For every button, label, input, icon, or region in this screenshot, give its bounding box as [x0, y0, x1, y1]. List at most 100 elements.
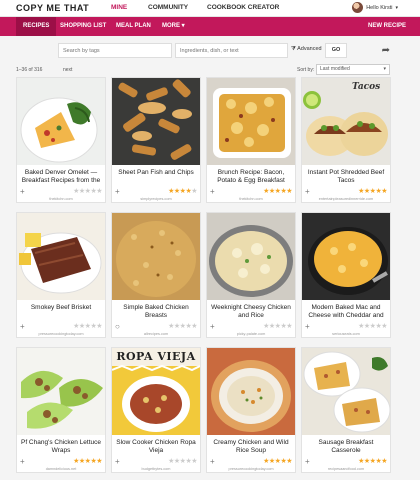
nav-mine[interactable]: MINE	[111, 4, 127, 11]
new-recipe-button[interactable]: NEW RECIPE	[368, 23, 406, 29]
star-icon[interactable]: ★	[96, 188, 102, 195]
plus-icon[interactable]: +	[305, 458, 310, 466]
plus-icon[interactable]: +	[20, 458, 25, 466]
next-page-link[interactable]: next	[63, 67, 72, 73]
recipe-card[interactable]: Pf Chang's Chicken Lettuce Wraps + ★★★★★ da…	[16, 347, 106, 473]
rating-stars[interactable]: ★★★★★	[73, 188, 102, 196]
nav-community[interactable]: COMMUNITY	[148, 4, 188, 11]
recipe-photo[interactable]: Tacos	[302, 78, 390, 165]
recipe-title[interactable]: Baked Denver Omelet — Breakfast Recipes …	[19, 169, 103, 189]
recipe-photo[interactable]	[112, 78, 200, 165]
rating-stars[interactable]: ★★★★★	[263, 188, 292, 196]
rating-stars[interactable]: ★★★★★	[263, 458, 292, 466]
recipe-source[interactable]: thekitchn.com	[17, 197, 105, 201]
recipe-source[interactable]: pressurecookingtoday.com	[17, 332, 105, 336]
rating-stars[interactable]: ★★★★★	[358, 323, 387, 331]
recipe-title[interactable]: Pf Chang's Chicken Lettuce Wraps	[19, 439, 103, 459]
recipe-title[interactable]: Brunch Recipe: Bacon, Potato & Egg Break…	[209, 169, 293, 189]
plus-icon[interactable]: +	[115, 188, 120, 196]
plus-icon[interactable]: +	[20, 323, 25, 331]
recipe-title[interactable]: Modern Baked Mac and Cheese with Cheddar…	[304, 304, 388, 324]
recipe-source[interactable]: damndelicious.net	[17, 467, 105, 471]
plus-icon[interactable]: +	[210, 323, 215, 331]
tags-search-input[interactable]	[58, 43, 172, 58]
recipe-source[interactable]: thekitchn.com	[207, 197, 295, 201]
recipe-card[interactable]: Tacos Instant Pot Shredded Beef Tacos + ★★★…	[301, 77, 391, 203]
go-button[interactable]: GO	[325, 43, 347, 58]
recipe-photo[interactable]	[302, 348, 390, 435]
recipe-title[interactable]: Creamy Chicken and Wild Rice Soup	[209, 439, 293, 459]
recipe-photo[interactable]	[207, 348, 295, 435]
recipe-photo[interactable]	[302, 213, 390, 300]
recipe-card[interactable]: Sausage Breakfast Casserole + ★★★★★ recipes…	[301, 347, 391, 473]
recipe-title[interactable]: Weeknight Cheesy Chicken and Rice	[209, 304, 293, 324]
recipe-photo[interactable]	[17, 213, 105, 300]
app-logo[interactable]: COPY ME THAT	[16, 3, 89, 13]
star-icon[interactable]: ★	[381, 188, 387, 195]
recipe-photo[interactable]	[17, 78, 105, 165]
recipe-card[interactable]: Weeknight Cheesy Chicken and Rice + ★★★★★ p…	[206, 212, 296, 338]
circle-icon[interactable]: ○	[115, 323, 120, 331]
rating-stars[interactable]: ★★★★★	[73, 458, 102, 466]
recipe-card[interactable]: Modern Baked Mac and Cheese with Cheddar…	[301, 212, 391, 338]
recipe-source[interactable]: picky-palate.com	[207, 332, 295, 336]
recipe-title[interactable]: Sausage Breakfast Casserole	[304, 439, 388, 459]
recipe-photo[interactable]	[207, 213, 295, 300]
recipe-title[interactable]: Simple Baked Chicken Breasts	[114, 304, 198, 324]
plus-icon[interactable]: +	[305, 188, 310, 196]
star-icon[interactable]: ★	[191, 458, 197, 465]
recipe-source[interactable]: recipesaandfood.com	[302, 467, 390, 471]
recipe-title[interactable]: Slow Cooker Chicken Ropa Vieja	[114, 439, 198, 459]
recipe-source[interactable]: entertainpleasuredinnerride.com	[302, 197, 390, 201]
star-icon[interactable]: ★	[381, 458, 387, 465]
rating-stars[interactable]: ★★★★★	[168, 188, 197, 196]
star-icon[interactable]: ★	[286, 188, 292, 195]
recipe-source[interactable]: pressurecookingtoday.com	[207, 467, 295, 471]
tab-shopping-list[interactable]: SHOPPING LIST	[60, 17, 106, 36]
recipe-card[interactable]: Simple Baked Chicken Breasts ○ ★★★★★ allrec…	[111, 212, 201, 338]
recipe-photo[interactable]: ROPA VIEJA	[112, 348, 200, 435]
rating-stars[interactable]: ★★★★★	[358, 458, 387, 466]
tab-more[interactable]: MORE ▾	[162, 17, 185, 36]
plus-icon[interactable]: +	[20, 188, 25, 196]
star-icon[interactable]: ★	[191, 188, 197, 195]
recipe-photo[interactable]	[207, 78, 295, 165]
tab-recipes[interactable]: RECIPES	[16, 17, 57, 36]
plus-icon[interactable]: +	[115, 458, 120, 466]
advanced-search-toggle[interactable]: ⧩ Advanced	[291, 43, 322, 58]
tab-meal-plan[interactable]: MEAL PLAN	[116, 17, 151, 36]
recipe-title[interactable]: Sheet Pan Fish and Chips	[114, 169, 198, 189]
recipe-source[interactable]: budgetbytes.com	[112, 467, 200, 471]
star-icon[interactable]: ★	[381, 323, 387, 330]
recipe-card[interactable]: Smokey Beef Brisket + ★★★★★ pressurecooking…	[16, 212, 106, 338]
recipe-photo[interactable]	[17, 348, 105, 435]
plus-icon[interactable]: +	[210, 458, 215, 466]
rating-stars[interactable]: ★★★★★	[73, 323, 102, 331]
text-search-input[interactable]	[175, 43, 288, 58]
recipe-source[interactable]: simplyrecipes.com	[112, 197, 200, 201]
sort-select[interactable]: Last modified ▾	[316, 64, 390, 75]
user-menu[interactable]: Hello Kirsti ▾	[352, 2, 398, 13]
recipe-card[interactable]: Baked Denver Omelet — Breakfast Recipes …	[16, 77, 106, 203]
star-icon[interactable]: ★	[96, 323, 102, 330]
nav-cookbook-creator[interactable]: COOKBOOK CREATOR	[207, 4, 279, 11]
star-icon[interactable]: ★	[286, 458, 292, 465]
recipe-photo[interactable]	[112, 213, 200, 300]
recipe-source[interactable]: allrecipes.com	[112, 332, 200, 336]
plus-icon[interactable]: +	[210, 188, 215, 196]
recipe-card[interactable]: Brunch Recipe: Bacon, Potato & Egg Break…	[206, 77, 296, 203]
star-icon[interactable]: ★	[286, 323, 292, 330]
recipe-title[interactable]: Smokey Beef Brisket	[19, 304, 103, 324]
recipe-title[interactable]: Instant Pot Shredded Beef Tacos	[304, 169, 388, 189]
rating-stars[interactable]: ★★★★★	[358, 188, 387, 196]
recipe-card[interactable]: Creamy Chicken and Wild Rice Soup + ★★★★★ p…	[206, 347, 296, 473]
recipe-card[interactable]: Sheet Pan Fish and Chips + ★★★★★ simplyreci…	[111, 77, 201, 203]
star-icon[interactable]: ★	[96, 458, 102, 465]
plus-icon[interactable]: +	[305, 323, 310, 331]
share-icon[interactable]: ➦	[382, 45, 390, 56]
rating-stars[interactable]: ★★★★★	[263, 323, 292, 331]
recipe-card[interactable]: ROPA VIEJA Slow Cooker Chicken Ropa Vieja…	[111, 347, 201, 473]
rating-stars[interactable]: ★★★★★	[168, 323, 197, 331]
recipe-source[interactable]: seriouseats.com	[302, 332, 390, 336]
star-icon[interactable]: ★	[191, 323, 197, 330]
